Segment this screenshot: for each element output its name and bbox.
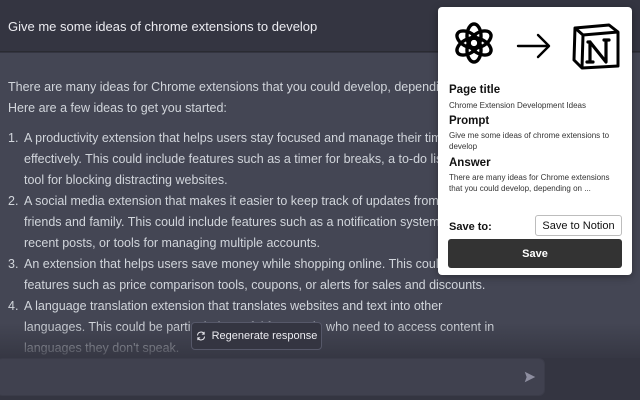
prompt-label: Prompt <box>449 115 490 127</box>
prompt-value: Give me some ideas of chrome extensions … <box>449 131 610 151</box>
list-item: 2. A social media extension that makes i… <box>8 191 496 254</box>
save-to-label: Save to: <box>449 221 492 233</box>
notion-logo-icon <box>572 23 620 70</box>
list-item-text: A productivity extension that helps user… <box>24 131 481 187</box>
arrow-right-icon <box>516 33 551 59</box>
send-icon[interactable] <box>524 371 536 383</box>
list-item-number: 2. <box>8 194 19 208</box>
composer-area <box>0 358 640 400</box>
save-button[interactable]: Save <box>448 239 622 268</box>
list-item-text: A social media extension that makes it e… <box>24 194 496 250</box>
refresh-icon <box>196 331 205 341</box>
regenerate-response-label: Regenerate response <box>211 330 318 342</box>
save-to-select[interactable]: Save to Notion <box>535 215 622 236</box>
openai-logo-icon <box>455 22 493 64</box>
list-item: 3. An extension that helps users save mo… <box>8 254 496 296</box>
page-title-value: Chrome Extension Development Ideas <box>449 101 586 110</box>
list-item-number: 1. <box>8 131 19 145</box>
chat-input[interactable] <box>0 358 545 396</box>
list-item-text: An extension that helps users save money… <box>24 257 489 292</box>
logos-header <box>455 22 620 70</box>
save-to-notion-popup: Page title Chrome Extension Development … <box>438 7 632 275</box>
user-prompt-text: Give me some ideas of chrome extensions … <box>8 19 318 34</box>
regenerate-response-button[interactable]: Regenerate response <box>191 322 322 350</box>
page-title-label: Page title <box>449 84 501 96</box>
answer-label: Answer <box>449 157 491 169</box>
answer-value: There are many ideas for Chrome extensio… <box>449 173 610 193</box>
list-item-number: 4. <box>8 299 19 313</box>
list-item-number: 3. <box>8 257 19 271</box>
list-item: 1. A productivity extension that helps u… <box>8 128 496 191</box>
